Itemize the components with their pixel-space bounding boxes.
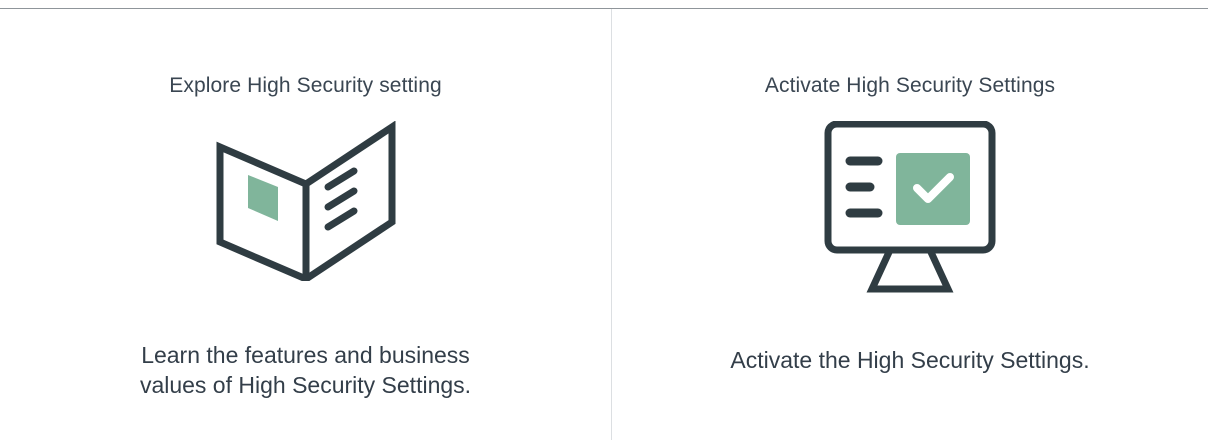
- explore-high-security-card[interactable]: Explore High Security setting Learn the …: [0, 9, 611, 440]
- card-description-line: Activate the High Security Settings.: [730, 347, 1090, 373]
- open-book-icon: [216, 121, 395, 281]
- card-description-line: Learn the features and business: [141, 342, 470, 368]
- activate-high-security-card[interactable]: Activate High Security Settings Activate…: [612, 9, 1208, 440]
- card-title: Activate High Security Settings: [764, 74, 1056, 97]
- card-description-line: values of High Security Settings.: [139, 372, 472, 398]
- card-title: Explore High Security setting: [169, 74, 442, 97]
- monitor-checkmark-icon: [824, 121, 996, 293]
- card-description: Learn the features and business values o…: [0, 340, 611, 400]
- card-description: Activate the High Security Settings.: [612, 345, 1208, 375]
